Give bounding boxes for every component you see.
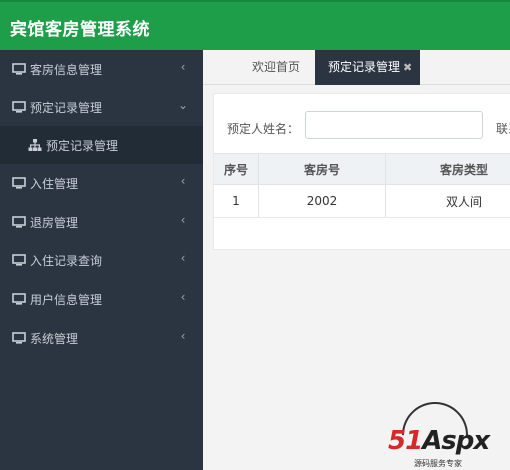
sidebar-item-label: 入住记录查询 — [30, 254, 103, 268]
sidebar-subitem-label: 预定记录管理 — [46, 139, 119, 153]
close-icon[interactable]: ✖ — [403, 50, 412, 85]
monitor-icon — [12, 254, 26, 266]
table-cell: 双人间 — [445, 194, 482, 209]
table-header: 序号 客房号 客房类型 — [214, 153, 510, 185]
table-cell: 1 — [214, 185, 259, 217]
monitor-icon — [12, 177, 26, 189]
records-panel: 预定人姓名： 联系 序号 客房号 客房类型 1 2002 双人间 — [213, 93, 510, 250]
sidebar-item-user-info[interactable]: 用户信息管理 ‹ — [0, 280, 203, 318]
watermark-logo: 51Aspx 源码服务专家 — [386, 388, 510, 470]
sidebar-item-label: 客房信息管理 — [30, 63, 103, 77]
chevron-left-icon: ‹ — [180, 174, 186, 188]
app-header: 宾馆客房管理系统 — [0, 0, 510, 50]
table-cell: 2002 — [259, 185, 386, 217]
tab-bar: 欢迎首页 预定记录管理 ✖ — [203, 50, 510, 85]
sidebar-item-room-info[interactable]: 客房信息管理 ‹ — [0, 50, 203, 88]
search-name-label: 预定人姓名： — [227, 122, 300, 136]
column-header[interactable]: 客房类型 — [386, 154, 510, 184]
sidebar-item-checkout[interactable]: 退房管理 ‹ — [0, 203, 203, 241]
sidebar-item-label: 退房管理 — [30, 216, 79, 230]
chevron-down-icon: ⌄ — [178, 98, 189, 112]
sidebar-item-label: 用户信息管理 — [30, 293, 103, 307]
monitor-icon — [12, 101, 26, 113]
monitor-icon — [12, 332, 26, 344]
monitor-icon — [12, 216, 26, 228]
sidebar-item-checkin[interactable]: 入住管理 ‹ — [0, 164, 203, 202]
tab-reservation-records[interactable]: 预定记录管理 ✖ — [315, 50, 420, 85]
sitemap-icon — [28, 139, 42, 151]
sidebar-item-label: 入住管理 — [30, 177, 79, 191]
sidebar-item-system[interactable]: 系统管理 ‹ — [0, 319, 203, 357]
chevron-left-icon: ‹ — [180, 329, 186, 343]
search-contact-label: 联系 — [496, 122, 510, 136]
sidebar-item-label: 预定记录管理 — [30, 101, 103, 115]
monitor-icon — [12, 293, 26, 305]
search-name-input[interactable] — [305, 111, 483, 139]
chevron-left-icon: ‹ — [180, 213, 186, 227]
column-header[interactable]: 客房号 — [259, 154, 386, 184]
app-title: 宾馆客房管理系统 — [10, 20, 150, 40]
sidebar-subitem-reservation-records[interactable]: 预定记录管理 — [0, 126, 203, 164]
chevron-left-icon: ‹ — [180, 251, 186, 265]
tab-label: 预定记录管理 — [328, 60, 401, 74]
sidebar-item-reservation[interactable]: 预定记录管理 ⌄ — [0, 88, 203, 126]
tab-welcome[interactable]: 欢迎首页 — [246, 50, 306, 85]
sidebar-item-label: 系统管理 — [30, 332, 79, 346]
watermark-tagline: 源码服务专家 — [414, 459, 462, 468]
chevron-left-icon: ‹ — [180, 290, 186, 304]
column-header[interactable]: 序号 — [214, 154, 259, 184]
table-row[interactable]: 1 2002 双人间 — [214, 185, 510, 218]
chevron-left-icon: ‹ — [180, 60, 186, 74]
watermark-brand: 51Aspx — [388, 426, 490, 456]
sidebar: 客房信息管理 ‹ 预定记录管理 ⌄ 预定记录管理 入住管理 ‹ 退房管理 ‹ 入… — [0, 50, 203, 470]
monitor-icon — [12, 63, 26, 75]
sidebar-item-checkin-records[interactable]: 入住记录查询 ‹ — [0, 241, 203, 279]
